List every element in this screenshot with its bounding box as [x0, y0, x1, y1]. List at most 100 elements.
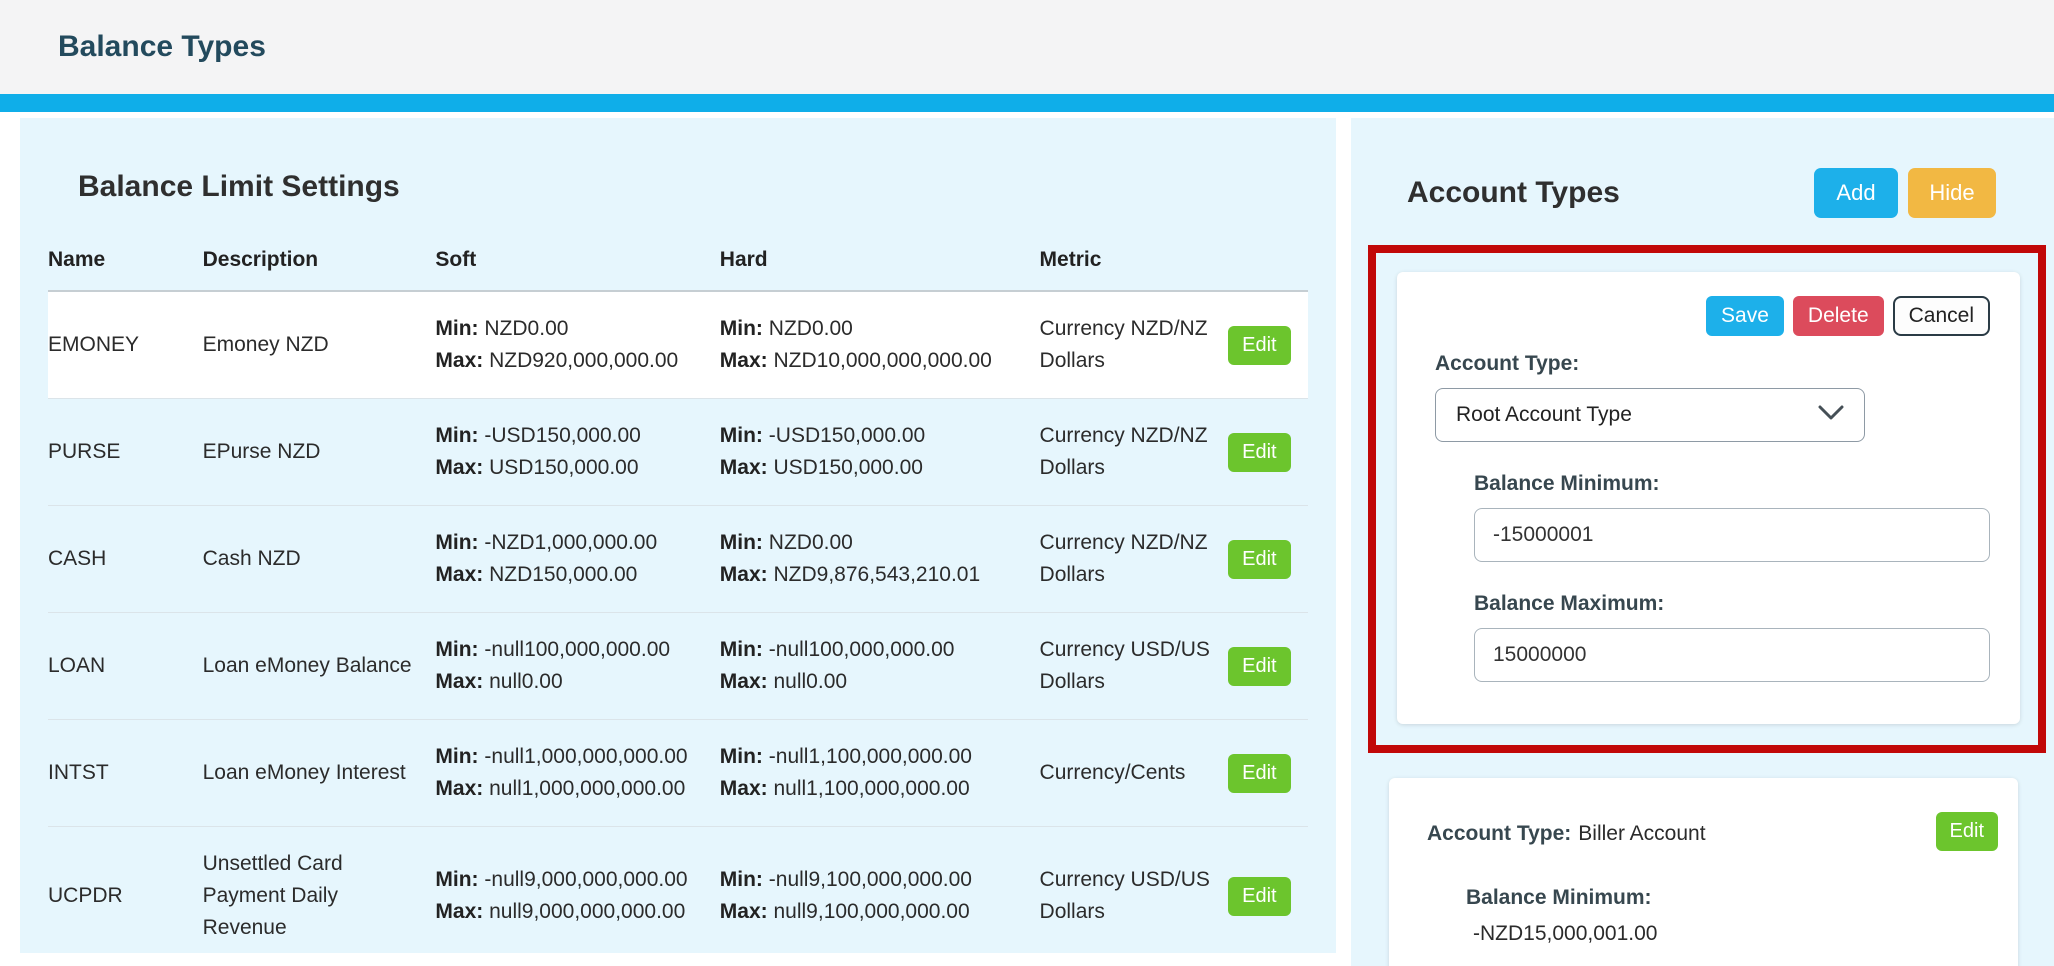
min-label: Min:	[720, 317, 763, 340]
table-row: CASH Cash NZD Min: -NZD1,000,000.00 Max:…	[48, 506, 1308, 613]
account-types-panel: Account Types Add Hide Save Delete Cance…	[1351, 118, 2054, 966]
min-label: Min:	[720, 745, 763, 768]
table-row: INTST Loan eMoney Interest Min: -null1,0…	[48, 720, 1308, 827]
account-type-selected-value: Root Account Type	[1456, 403, 1818, 427]
edit-button[interactable]: Edit	[1228, 540, 1290, 579]
hard-max-value: null9,100,000,000.00	[773, 900, 969, 923]
hard-min-value: -null100,000,000.00	[769, 638, 955, 661]
max-label: Max:	[435, 670, 483, 693]
hard-max-value: null0.00	[773, 670, 847, 693]
soft-limits-cell: Min: -null1,000,000,000.00 Max: null1,00…	[435, 720, 719, 827]
page-title: Balance Types	[58, 30, 266, 64]
edit-button[interactable]: Edit	[1228, 877, 1290, 916]
account-type-card: Account Type:Biller Account Edit Balance…	[1389, 778, 2018, 966]
col-header-soft: Soft	[435, 234, 719, 291]
max-label: Max:	[720, 777, 768, 800]
soft-min-value: -NZD1,000,000.00	[484, 531, 657, 554]
actions-cell: Edit	[1228, 399, 1308, 506]
balance-type-name: EMONEY	[48, 291, 203, 399]
balance-type-description: Emoney NZD	[203, 291, 436, 399]
metric-cell: Currency USD/US Dollars	[1040, 827, 1229, 954]
balance-minimum-line: Balance Minimum: -NZD15,000,001.00	[1466, 886, 1998, 946]
add-button[interactable]: Add	[1814, 168, 1898, 218]
balance-limit-settings-title: Balance Limit Settings	[78, 170, 1308, 204]
balance-minimum-label: Balance Minimum:	[1466, 886, 1998, 910]
max-label: Max:	[435, 456, 483, 479]
right-column: Account Types Add Hide Save Delete Cance…	[1351, 118, 2054, 966]
edit-button[interactable]: Edit	[1228, 433, 1290, 472]
metric-cell: Currency NZD/NZ Dollars	[1040, 399, 1229, 506]
soft-max-value: null0.00	[489, 670, 563, 693]
balance-maximum-label: Balance Maximum:	[1474, 592, 1990, 616]
soft-min-value: -null100,000,000.00	[484, 638, 670, 661]
save-button[interactable]: Save	[1706, 296, 1784, 336]
actions-cell: Edit	[1228, 291, 1308, 399]
account-types-header: Account Types Add Hide	[1407, 168, 1996, 218]
account-types-title: Account Types	[1407, 176, 1814, 210]
balance-type-name: UCPDR	[48, 827, 203, 954]
balance-minimum-value: -NZD15,000,001.00	[1473, 922, 1657, 945]
soft-max-value: USD150,000.00	[489, 456, 638, 479]
hard-limits-cell: Min: -USD150,000.00 Max: USD150,000.00	[720, 399, 1040, 506]
soft-max-value: null1,000,000,000.00	[489, 777, 685, 800]
max-label: Max:	[720, 670, 768, 693]
hide-button[interactable]: Hide	[1908, 168, 1996, 218]
hard-min-value: -null1,100,000,000.00	[769, 745, 972, 768]
col-header-description: Description	[203, 234, 436, 291]
hard-limits-cell: Min: NZD0.00 Max: NZD10,000,000,000.00	[720, 291, 1040, 399]
hard-limits-cell: Min: -null9,100,000,000.00 Max: null9,10…	[720, 827, 1040, 954]
col-header-actions	[1228, 234, 1308, 291]
min-label: Min:	[435, 317, 478, 340]
table-row: UCPDR Unsettled Card Payment Daily Reven…	[48, 827, 1308, 954]
metric-cell: Currency/Cents	[1040, 720, 1229, 827]
metric-cell: Currency USD/US Dollars	[1040, 613, 1229, 720]
max-label: Max:	[720, 349, 768, 372]
soft-limits-cell: Min: -null9,000,000,000.00 Max: null9,00…	[435, 827, 719, 954]
min-label: Min:	[720, 868, 763, 891]
soft-limits-cell: Min: NZD0.00 Max: NZD920,000,000.00	[435, 291, 719, 399]
red-annotation-box: Save Delete Cancel Account Type: Root Ac…	[1368, 245, 2046, 753]
account-type-label: Account Type:	[1435, 352, 1990, 376]
delete-button[interactable]: Delete	[1793, 296, 1884, 336]
soft-min-value: -USD150,000.00	[484, 424, 640, 447]
balance-type-name: PURSE	[48, 399, 203, 506]
balance-type-name: CASH	[48, 506, 203, 613]
edit-button[interactable]: Edit	[1228, 326, 1290, 365]
balance-type-description: EPurse NZD	[203, 399, 436, 506]
main-content: Balance Limit Settings Name Description …	[0, 112, 2054, 966]
edit-button[interactable]: Edit	[1228, 754, 1290, 793]
balance-limit-settings-panel: Balance Limit Settings Name Description …	[20, 118, 1336, 953]
edit-button[interactable]: Edit	[1936, 812, 1998, 851]
max-label: Max:	[435, 349, 483, 372]
soft-limits-cell: Min: -null100,000,000.00 Max: null0.00	[435, 613, 719, 720]
chevron-down-icon	[1818, 403, 1844, 427]
col-header-metric: Metric	[1040, 234, 1229, 291]
app-header: Balance Types	[0, 0, 2054, 94]
actions-cell: Edit	[1228, 827, 1308, 954]
actions-cell: Edit	[1228, 613, 1308, 720]
cancel-button[interactable]: Cancel	[1893, 296, 1990, 336]
min-label: Min:	[720, 638, 763, 661]
hard-max-value: NZD9,876,543,210.01	[773, 563, 980, 586]
account-type-card-body: Balance Minimum: -NZD15,000,001.00 Balanc…	[1466, 886, 1998, 966]
actions-cell: Edit	[1228, 506, 1308, 613]
metric-cell: Currency NZD/NZ Dollars	[1040, 291, 1229, 399]
max-label: Max:	[720, 456, 768, 479]
soft-max-value: NZD920,000,000.00	[489, 349, 678, 372]
balance-maximum-input[interactable]	[1474, 628, 1990, 682]
hard-min-value: NZD0.00	[769, 531, 853, 554]
hard-min-value: -null9,100,000,000.00	[769, 868, 972, 891]
hard-min-value: -USD150,000.00	[769, 424, 925, 447]
account-type-select[interactable]: Root Account Type	[1435, 388, 1865, 442]
min-label: Min:	[720, 531, 763, 554]
hard-limits-cell: Min: NZD0.00 Max: NZD9,876,543,210.01	[720, 506, 1040, 613]
soft-limits-cell: Min: -USD150,000.00 Max: USD150,000.00	[435, 399, 719, 506]
hard-min-value: NZD0.00	[769, 317, 853, 340]
balance-limits-table: Name Description Soft Hard Metric EMONEY…	[48, 234, 1308, 953]
balance-minimum-input[interactable]	[1474, 508, 1990, 562]
soft-max-value: null9,000,000,000.00	[489, 900, 685, 923]
min-label: Min:	[435, 424, 478, 447]
account-type-value: Biller Account	[1578, 822, 1705, 845]
edit-button[interactable]: Edit	[1228, 647, 1290, 686]
balance-minimum-label: Balance Minimum:	[1474, 472, 1990, 496]
